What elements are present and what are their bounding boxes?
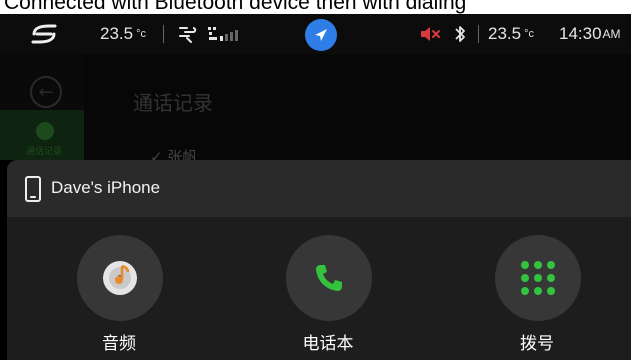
- bg-sidebar: ← 通话记录: [0, 54, 84, 160]
- temp-left-value: 23.5: [100, 24, 134, 43]
- status-bar: 23.5 °c 23.5 °c 14:30 AM: [0, 14, 631, 54]
- temperature-left: 23.5 °c: [100, 14, 146, 54]
- dialpad-icon: [521, 261, 555, 295]
- caption-band: Connected with Bluetooth device then wit…: [0, 0, 631, 14]
- caption-text: Connected with Bluetooth device then wit…: [4, 0, 467, 14]
- clock: 14:30 AM: [559, 14, 621, 54]
- dial-label: 拨号: [520, 334, 554, 354]
- temp-right-unit: °c: [524, 28, 534, 40]
- device-popup: Dave's iPhone 音频 电话本 拨号: [7, 160, 631, 360]
- bg-page-title: 通话记录: [133, 91, 213, 115]
- clock-icon: [36, 122, 54, 140]
- device-name: Dave's iPhone: [51, 178, 161, 197]
- phonebook-circle[interactable]: [286, 235, 372, 321]
- clock-time: 14:30: [559, 24, 602, 43]
- mute-icon[interactable]: [420, 14, 442, 54]
- phone-handset-icon: [316, 265, 342, 291]
- music-disc-icon: [103, 261, 137, 295]
- audio-label: 音频: [102, 334, 136, 354]
- car-logo-icon[interactable]: [29, 14, 59, 54]
- popup-header: Dave's iPhone: [7, 160, 631, 217]
- separator: [478, 14, 479, 54]
- phone-icon: [25, 176, 41, 202]
- phonebook-button[interactable]: 电话本: [278, 235, 378, 355]
- bg-tab-call-log: 通话记录: [0, 110, 84, 160]
- dial-button[interactable]: 拨号: [487, 235, 587, 355]
- audio-button[interactable]: 音频: [69, 235, 169, 355]
- fan-icon[interactable]: [177, 14, 199, 54]
- background-call-log: ← 通话记录 通话记录 ✓ 张帆: [0, 54, 631, 166]
- temperature-right: 23.5 °c: [488, 14, 534, 54]
- separator: [163, 14, 164, 54]
- dial-circle[interactable]: [495, 235, 581, 321]
- temp-right-value: 23.5: [488, 24, 522, 43]
- clock-ampm: AM: [602, 27, 621, 41]
- bg-tab-label: 通话记录: [26, 147, 63, 157]
- phonebook-label: 电话本: [302, 334, 354, 354]
- navigation-icon[interactable]: [305, 19, 337, 51]
- back-icon: ←: [30, 76, 62, 108]
- signal-icon: [207, 14, 239, 54]
- temp-left-unit: °c: [136, 28, 146, 40]
- audio-circle[interactable]: [77, 235, 163, 321]
- bluetooth-icon[interactable]: [454, 14, 466, 54]
